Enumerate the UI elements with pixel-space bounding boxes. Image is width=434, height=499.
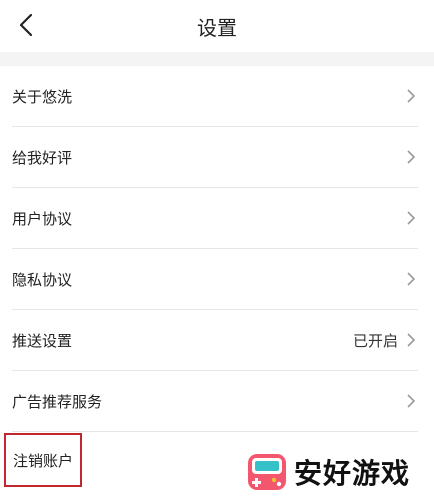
settings-item-user-agreement[interactable]: 用户协议 — [12, 188, 418, 249]
page-title: 设置 — [197, 16, 237, 40]
settings-item-label: 关于悠洗 — [12, 87, 73, 106]
chevron-right-icon — [406, 88, 418, 104]
gamepad-logo-icon — [248, 454, 286, 490]
settings-item-rate-us[interactable]: 给我好评 — [12, 127, 418, 188]
settings-item-ad-recommendation[interactable]: 广告推荐服务 — [12, 371, 418, 432]
chevron-right-icon — [406, 332, 418, 348]
push-status-value: 已开启 — [352, 331, 398, 350]
delete-account-button[interactable]: 注销账户 — [4, 433, 82, 487]
watermark: 安好游戏 — [246, 448, 432, 496]
settings-item-label: 推送设置 — [12, 331, 73, 350]
chevron-right-icon — [406, 210, 418, 226]
settings-item-label: 给我好评 — [12, 148, 73, 167]
watermark-text: 安好游戏 — [294, 457, 411, 490]
header-bar: 设置 — [0, 0, 434, 52]
settings-item-privacy-agreement[interactable]: 隐私协议 — [12, 249, 418, 310]
settings-item-label: 用户协议 — [12, 209, 73, 228]
settings-item-label: 注销账户 — [12, 451, 73, 470]
chevron-right-icon — [406, 149, 418, 165]
chevron-right-icon — [406, 271, 418, 287]
settings-item-label: 广告推荐服务 — [12, 392, 103, 411]
settings-item-label: 隐私协议 — [12, 270, 73, 289]
chevron-right-icon — [406, 393, 418, 409]
settings-item-push-settings[interactable]: 推送设置 已开启 — [12, 310, 418, 371]
settings-item-about[interactable]: 关于悠洗 — [12, 66, 418, 127]
